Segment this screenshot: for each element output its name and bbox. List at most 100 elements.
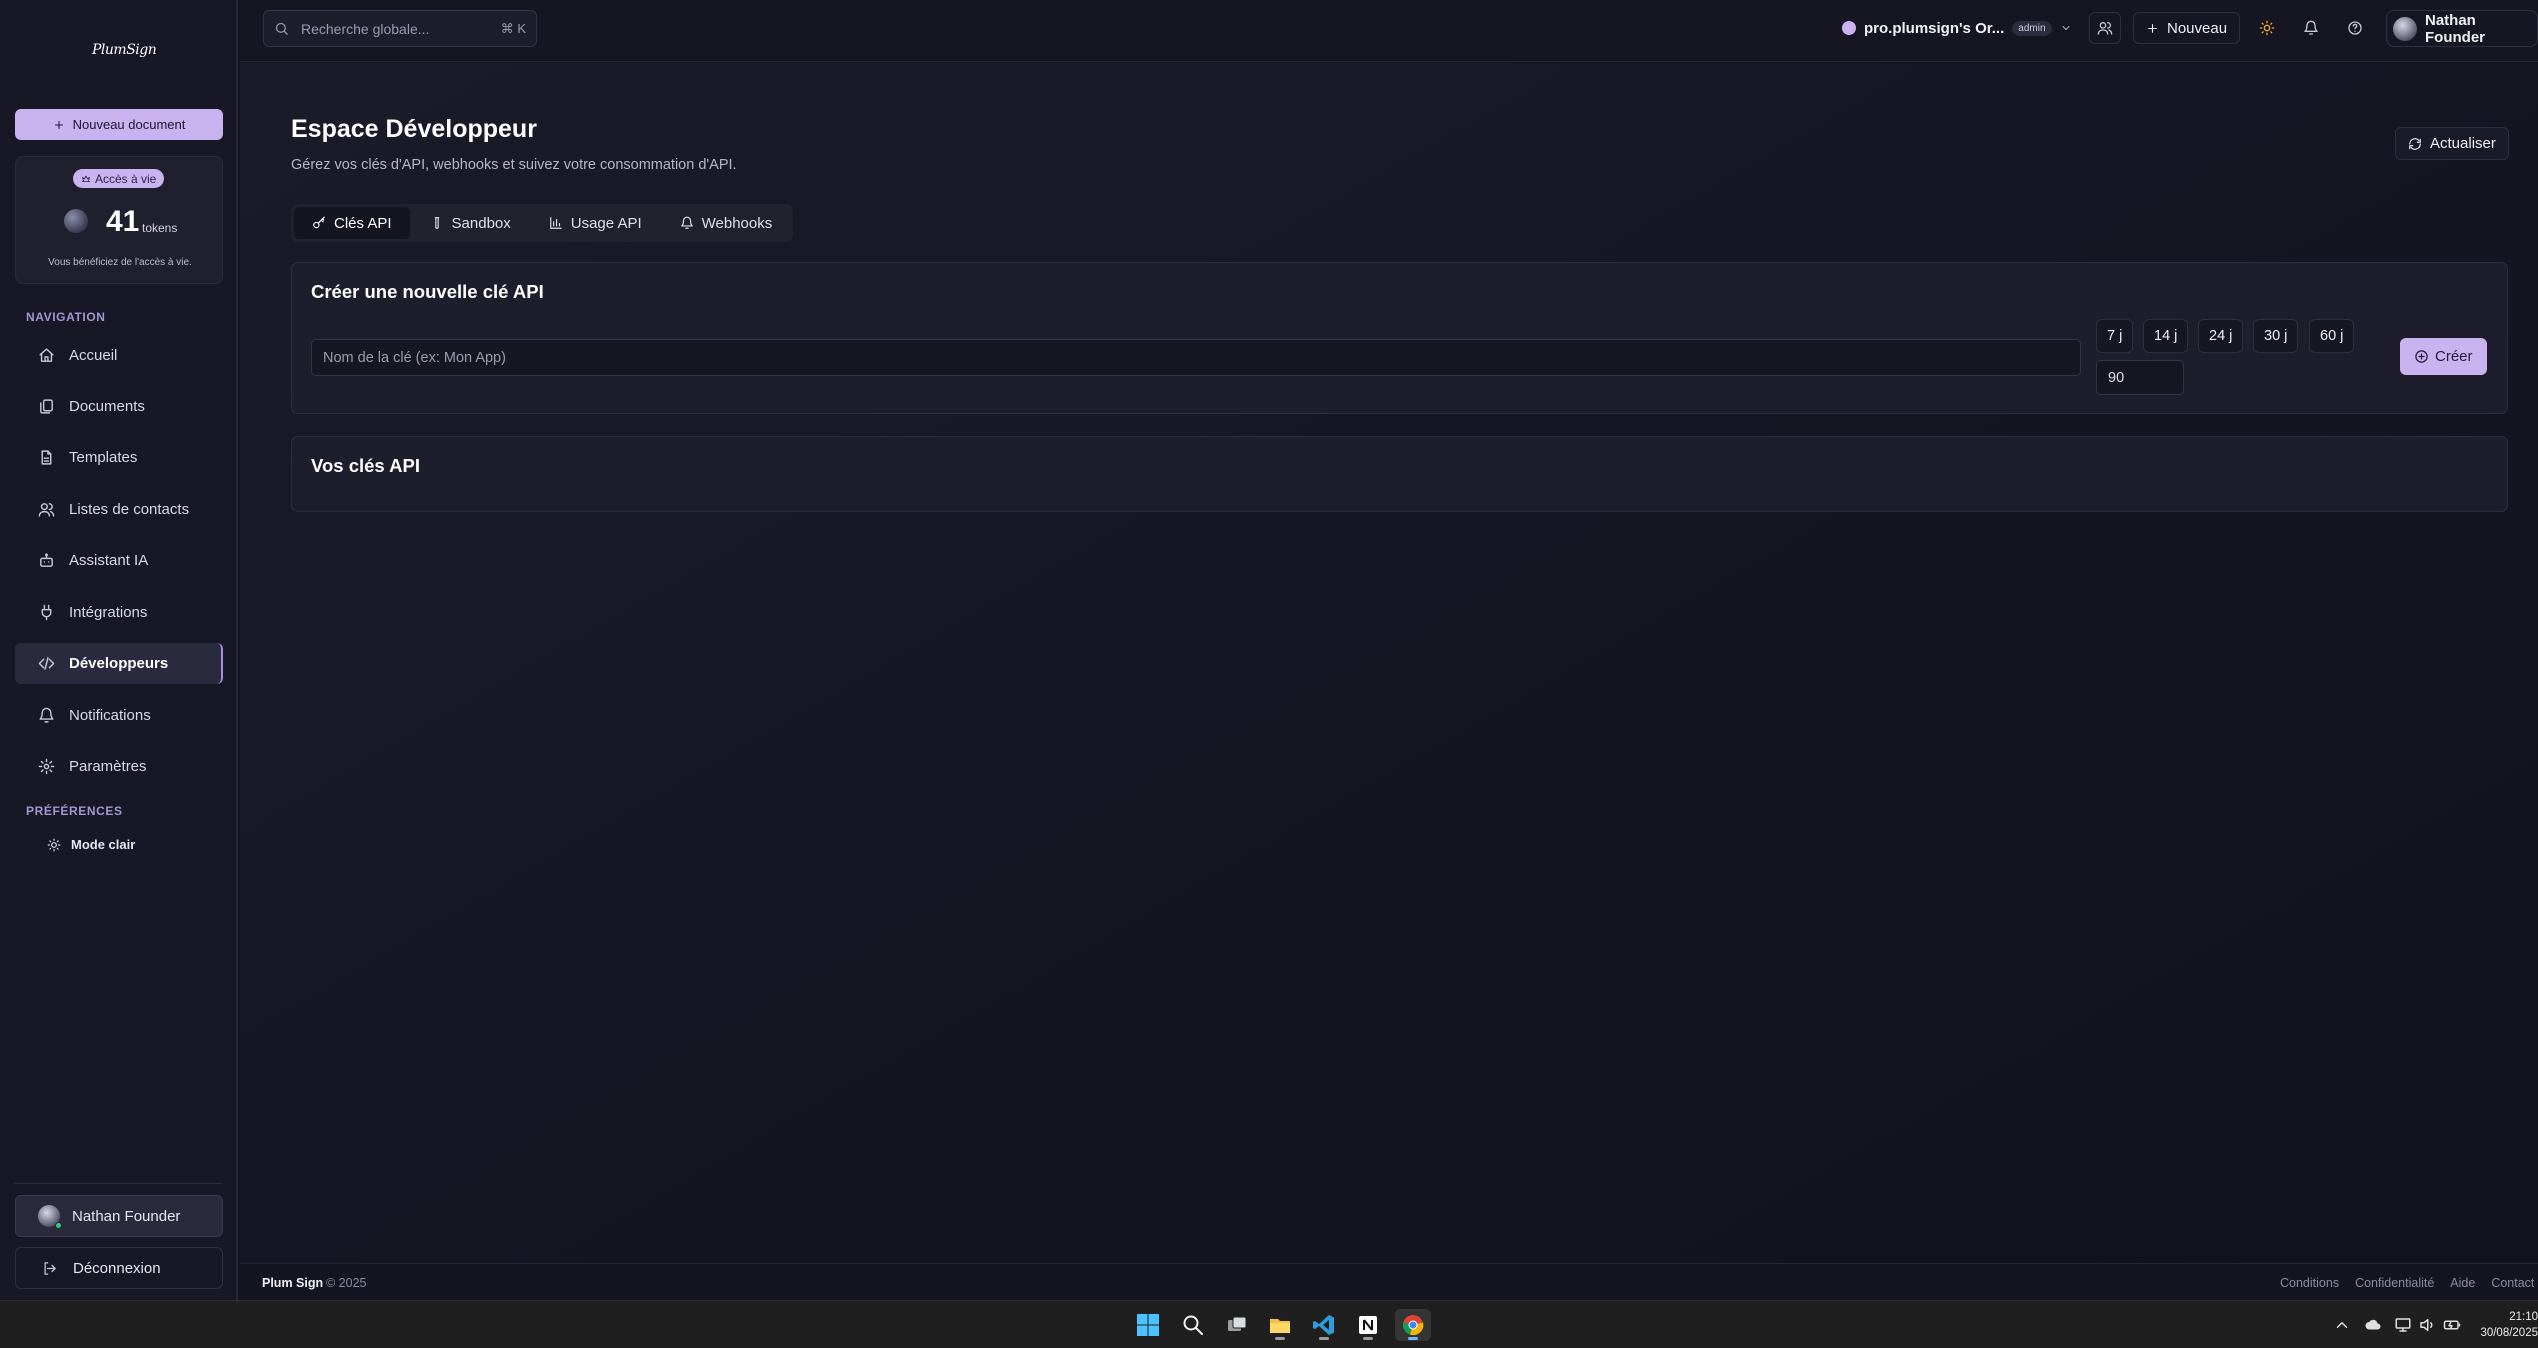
tab-sandbox[interactable]: Sandbox: [412, 207, 529, 239]
tray-overflow-icon[interactable]: [2333, 1316, 2351, 1334]
footer-link-terms[interactable]: Conditions: [2280, 1276, 2339, 1290]
help-button[interactable]: [2339, 12, 2371, 44]
sidebar-item-documents[interactable]: Documents: [15, 386, 223, 427]
sidebar: PlumSign Nouveau document Accès à vie 41…: [0, 0, 238, 1300]
running-indicator: [1275, 1337, 1285, 1340]
sidebar-item-label: Intégrations: [69, 604, 148, 621]
windows-start-button[interactable]: [1130, 1309, 1166, 1341]
theme-toggle-button[interactable]: [2251, 12, 2283, 44]
developer-tabs: Clés API Sandbox Usage API Webhooks: [291, 204, 794, 242]
file-explorer-button[interactable]: [1262, 1309, 1298, 1341]
duration-7-days-button[interactable]: 7 j: [2096, 319, 2134, 353]
help-circle-icon: [2347, 20, 2363, 36]
running-indicator: [1319, 1337, 1329, 1340]
lifetime-access-label: Accès à vie: [95, 171, 157, 186]
api-key-name-input[interactable]: [311, 339, 2081, 376]
sidebar-user-card[interactable]: Nathan Founder: [15, 1195, 223, 1237]
tab-label: Sandbox: [451, 214, 511, 232]
network-icon[interactable]: [2394, 1316, 2412, 1334]
preferences-section-label: PRÉFÉRENCES: [26, 804, 123, 818]
tab-webhooks[interactable]: Webhooks: [662, 207, 791, 239]
taskbar-search-button[interactable]: [1175, 1309, 1211, 1341]
create-api-key-button[interactable]: Créer: [2400, 338, 2487, 375]
folder-icon: [1268, 1313, 1292, 1337]
sidebar-item-notifications[interactable]: Notifications: [15, 695, 223, 736]
token-card: Accès à vie 41 tokens Vous bénéficiez de…: [15, 156, 223, 284]
sidebar-item-label: Paramètres: [69, 758, 147, 775]
logout-button[interactable]: Déconnexion: [15, 1247, 223, 1289]
battery-icon[interactable]: [2443, 1316, 2461, 1334]
duration-14-days-button[interactable]: 14 j: [2143, 319, 2189, 353]
sidebar-item-label: Développeurs: [69, 655, 169, 672]
running-indicator: [1363, 1337, 1373, 1340]
refresh-button[interactable]: Actualiser: [2395, 127, 2509, 160]
duration-60-days-button[interactable]: 60 j: [2309, 319, 2355, 353]
team-button[interactable]: [2089, 12, 2121, 44]
organization-icon: [1842, 21, 1856, 35]
footer-link-privacy[interactable]: Confidentialité: [2355, 1276, 2434, 1290]
taskbar-clock[interactable]: 21:10 30/08/2025: [2478, 1309, 2538, 1341]
search-input[interactable]: [301, 20, 501, 37]
vscode-button[interactable]: [1306, 1309, 1342, 1341]
new-button[interactable]: Nouveau: [2133, 12, 2241, 44]
duration-30-days-button[interactable]: 30 j: [2253, 319, 2299, 353]
sidebar-item-integrations[interactable]: Intégrations: [15, 592, 223, 633]
sidebar-item-templates[interactable]: Templates: [15, 437, 223, 478]
token-avatar: [64, 209, 88, 233]
clock-time: 21:10: [2509, 1311, 2538, 1323]
page-title: Espace Développeur: [291, 115, 537, 143]
refresh-icon: [2408, 137, 2422, 151]
logout-icon: [42, 1261, 57, 1276]
tab-api-usage[interactable]: Usage API: [531, 207, 660, 239]
sidebar-item-accueil[interactable]: Accueil: [15, 335, 223, 376]
notion-button[interactable]: [1350, 1309, 1386, 1341]
new-document-button[interactable]: Nouveau document: [15, 109, 223, 140]
custom-duration-input[interactable]: [2096, 360, 2184, 395]
bell-icon: [38, 707, 55, 724]
sidebar-item-contact-lists[interactable]: Listes de contacts: [15, 489, 223, 530]
chrome-button[interactable]: [1395, 1309, 1431, 1341]
sidebar-item-label: Templates: [69, 449, 138, 466]
sidebar-item-ai-assistant[interactable]: Assistant IA: [15, 540, 223, 581]
page-subtitle: Gérez vos clés d'API, webhooks et suivez…: [291, 157, 737, 173]
lifetime-access-badge: Accès à vie: [73, 169, 165, 188]
cloud-icon[interactable]: [2364, 1316, 2382, 1334]
task-view-button[interactable]: [1219, 1309, 1255, 1341]
sidebar-user-name: Nathan Founder: [72, 1207, 181, 1225]
flask-icon: [430, 216, 444, 230]
search-icon: [1181, 1313, 1205, 1337]
global-search[interactable]: ⌘ K: [263, 10, 537, 47]
organization-name: pro.plumsign's Or...: [1864, 19, 2005, 37]
plug-icon: [38, 604, 55, 621]
crown-icon: [81, 174, 91, 184]
volume-icon[interactable]: [2418, 1316, 2436, 1334]
sun-icon: [47, 838, 61, 852]
create-button-label: Créer: [2435, 348, 2473, 365]
footer-link-help[interactable]: Aide: [2450, 1276, 2475, 1290]
sun-icon: [2259, 20, 2275, 36]
notifications-button[interactable]: [2295, 12, 2327, 44]
sidebar-item-settings[interactable]: Paramètres: [15, 746, 223, 787]
duration-24-days-button[interactable]: 24 j: [2198, 319, 2244, 353]
topbar: ⌘ K pro.plumsign's Or... admin Nouveau N…: [240, 0, 2538, 62]
light-mode-toggle[interactable]: Mode clair: [47, 837, 135, 852]
tab-api-keys[interactable]: Clés API: [294, 207, 410, 239]
users-icon: [2097, 20, 2113, 36]
windows-logo-icon: [1136, 1313, 1160, 1337]
sidebar-item-developers[interactable]: Développeurs: [15, 643, 223, 684]
notion-icon: [1356, 1313, 1380, 1337]
online-status-dot: [55, 1222, 62, 1229]
footer-link-contact[interactable]: Contact: [2491, 1276, 2534, 1290]
avatar: [2393, 16, 2417, 41]
user-menu[interactable]: Nathan Founder: [2386, 10, 2538, 47]
plus-icon: [2146, 22, 2159, 35]
navigation-section-label: NAVIGATION: [26, 310, 106, 324]
sidebar-item-label: Listes de contacts: [69, 501, 190, 518]
code-icon: [38, 655, 55, 672]
footer-copyright: © 2025: [326, 1276, 367, 1290]
chrome-icon: [1401, 1313, 1425, 1337]
app-logo[interactable]: PlumSign: [92, 42, 157, 58]
plus-icon: [53, 119, 65, 131]
search-shortcut: ⌘ K: [500, 20, 526, 36]
organization-selector[interactable]: pro.plumsign's Or... admin: [1834, 12, 2082, 44]
